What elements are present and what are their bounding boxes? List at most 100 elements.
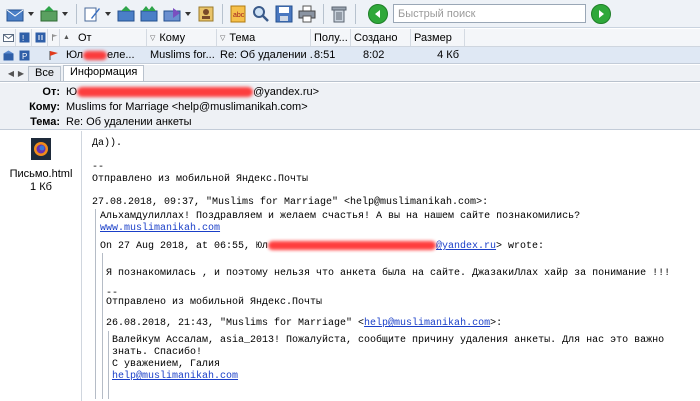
- spellcheck-icon: abc: [230, 5, 246, 22]
- body-link[interactable]: help@muslimanikah.com: [112, 371, 238, 383]
- tab-all-label: Все: [35, 67, 54, 79]
- sort-arrow-icon: ▽: [150, 34, 156, 42]
- column-from[interactable]: ▲ От: [60, 29, 147, 46]
- save-icon: [275, 5, 293, 22]
- envelope-icon: [3, 34, 14, 42]
- row-created: 8:02: [363, 47, 403, 63]
- find-button[interactable]: [250, 3, 272, 25]
- body-link[interactable]: @yandex.ru: [436, 241, 496, 252]
- column-size[interactable]: Размер: [411, 29, 465, 46]
- body-line: знать. Спасибо!: [112, 347, 203, 358]
- tab-all[interactable]: Все: [28, 66, 61, 81]
- body-line: Отправлено из мобильной Яндекс.Почты: [92, 174, 309, 185]
- quick-search: [368, 3, 611, 24]
- chevron-down-icon: [62, 11, 68, 16]
- arrow-right-icon: [599, 9, 604, 18]
- column-from-label: От: [77, 31, 92, 44]
- redacted-text: [83, 50, 108, 60]
- paperclip-icon: [35, 32, 46, 43]
- column-created[interactable]: Создано: [351, 29, 411, 46]
- body-line-end: > wrote:: [496, 241, 545, 253]
- forward-dropdown[interactable]: [184, 3, 192, 25]
- quote-bar: [102, 253, 103, 399]
- toolbar-separator: [222, 3, 223, 24]
- reply-all-button[interactable]: [138, 3, 160, 25]
- row-received-text: 8:51: [314, 49, 336, 61]
- message-list-header: ! ▲ От ▽ Кому ▽ Тема Полу... Создано Раз…: [0, 29, 700, 47]
- header-from-start: Ю: [66, 85, 78, 98]
- reply-all-icon: [140, 5, 158, 21]
- body-line-start: 26.08.2018, 21:43, "Muslims for Marriage…: [106, 318, 365, 329]
- message-row[interactable]: P Юл еле... Muslims for... Re: Об удален…: [0, 47, 700, 64]
- address-book-button[interactable]: [195, 3, 217, 25]
- row-flag[interactable]: [48, 47, 60, 63]
- spellcheck-button[interactable]: abc: [227, 3, 249, 25]
- row-size: 4 Кб: [411, 47, 459, 63]
- column-attachment[interactable]: [32, 29, 48, 46]
- column-received[interactable]: Полу...: [311, 29, 351, 46]
- toolbar-separator: [323, 3, 324, 24]
- tab-info[interactable]: Информация: [62, 65, 145, 81]
- delete-button[interactable]: [328, 3, 350, 25]
- sort-arrow-icon: ▲: [63, 34, 70, 41]
- attachment-size: 1 Кб: [30, 181, 52, 193]
- body-line: С уважением, Галия: [112, 359, 221, 370]
- send-mail-dropdown[interactable]: [61, 3, 69, 25]
- column-to[interactable]: ▽ Кому: [147, 29, 217, 46]
- redacted-text: [77, 86, 254, 97]
- view-tabs: ◀ ▶ Все Информация: [0, 65, 700, 82]
- quote-bar: [108, 331, 109, 399]
- body-link[interactable]: help@muslimanikah.com: [364, 318, 490, 329]
- new-message-button[interactable]: [81, 3, 103, 25]
- quick-search-input[interactable]: [393, 4, 586, 23]
- send-mail-button[interactable]: [38, 3, 60, 25]
- main-toolbar: abc: [0, 0, 700, 28]
- body-link[interactable]: www.muslimanikah.com: [100, 223, 220, 235]
- column-subject-label: Тема: [229, 31, 256, 44]
- receive-mail-button[interactable]: [4, 3, 26, 25]
- column-priority[interactable]: !: [16, 29, 32, 46]
- forward-button[interactable]: [161, 3, 183, 25]
- search-back-button[interactable]: [368, 3, 388, 24]
- header-from-end: @yandex.ru>: [253, 85, 320, 98]
- chevron-down-icon: [28, 11, 34, 16]
- header-subject-row: Тема: Re: Об удалении анкеты: [0, 114, 700, 129]
- new-message-dropdown[interactable]: [104, 3, 112, 25]
- row-subject-text: Re: Об удалении ...: [220, 49, 312, 61]
- header-from-row: От: Ю @yandex.ru>: [0, 84, 700, 99]
- search-go-button[interactable]: [591, 3, 611, 24]
- toolbar-separator: [76, 3, 77, 24]
- header-subject-value: Re: Об удалении анкеты: [66, 115, 192, 128]
- save-button[interactable]: [273, 3, 295, 25]
- column-flag[interactable]: [48, 29, 60, 46]
- tab-info-label: Информация: [69, 66, 138, 78]
- print-button[interactable]: [296, 3, 318, 25]
- row-status: [3, 47, 17, 63]
- body-line: On 27 Aug 2018, at 06:55, Юл @yandex.ru> …: [100, 241, 544, 253]
- message-body: Да)). -- Отправлено из мобильной Яндекс.…: [83, 131, 700, 401]
- column-subject[interactable]: ▽ Тема: [217, 29, 311, 46]
- attachment-item[interactable]: Письмо.html 1 Кб: [4, 137, 78, 194]
- attachment-pane: Письмо.html 1 Кб: [0, 131, 82, 401]
- body-line: --: [92, 162, 105, 173]
- header-subject-label: Тема:: [30, 115, 60, 128]
- reply-button[interactable]: [115, 3, 137, 25]
- header-from-value[interactable]: Ю @yandex.ru>: [66, 86, 700, 98]
- row-priority: P: [19, 47, 33, 63]
- body-line: Валейкум Ассалам, asia_2013! Пожалуйста,…: [112, 335, 665, 346]
- body-line: Отправлено из мобильной Яндекс.Почты: [106, 297, 323, 308]
- receive-mail-dropdown[interactable]: [27, 3, 35, 25]
- column-status[interactable]: [0, 29, 16, 46]
- message-header: От: Ю @yandex.ru> Кому: Muslims for Marri…: [0, 83, 700, 130]
- print-icon: [298, 5, 316, 22]
- row-received: 8:51: [314, 47, 350, 63]
- tab-scroll-right-icon[interactable]: ▶: [16, 67, 26, 81]
- body-line: Я познакомилась , и поэтому нельзя что а…: [106, 268, 671, 279]
- delete-icon: [331, 6, 347, 22]
- row-to: Muslims for...: [150, 47, 216, 63]
- receive-mail-icon: [6, 9, 24, 21]
- row-created-text: 8:02: [363, 49, 385, 61]
- tab-scroll-left-icon[interactable]: ◀: [6, 67, 16, 81]
- header-to-value[interactable]: Muslims for Marriage <help@muslimanikah.…: [66, 101, 700, 113]
- priority-icon: !: [19, 32, 30, 43]
